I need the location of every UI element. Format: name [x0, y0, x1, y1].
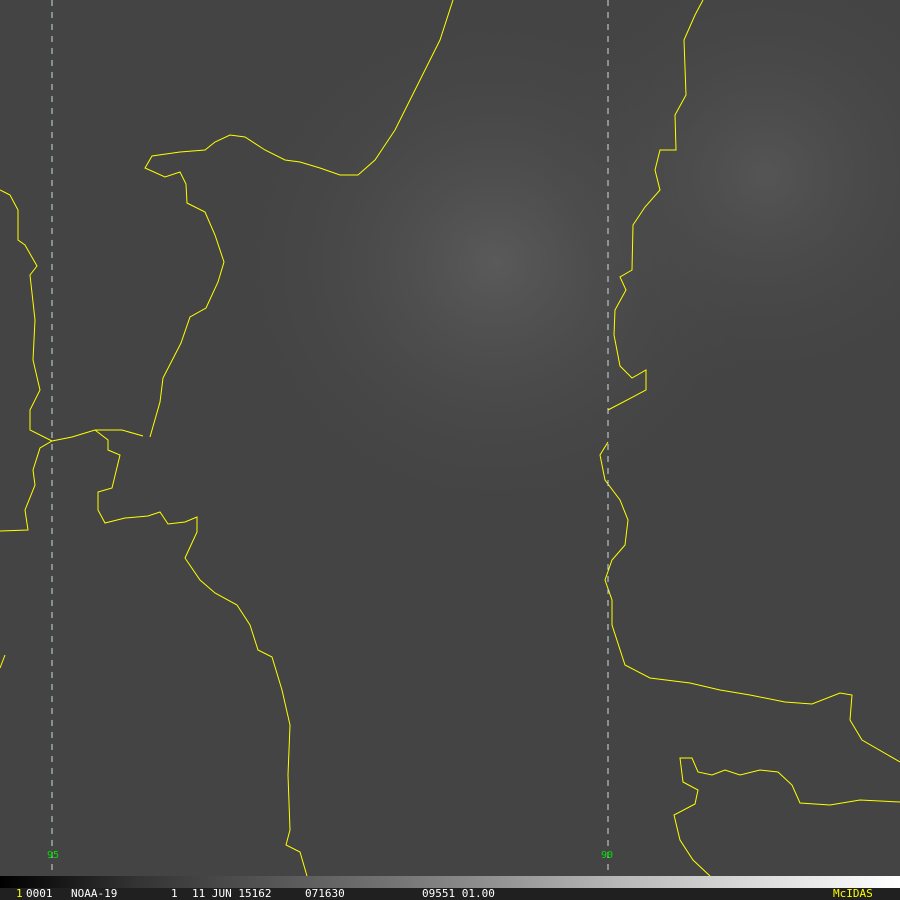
frame-number: 1 [16, 887, 23, 900]
satellite-name: NOAA-19 [71, 887, 118, 900]
satellite-image-viewer: 95 90 1 0001 NOAA-19 1 11 JUN 15162 0716… [0, 0, 900, 900]
mcidas-brand: McIDAS [833, 887, 873, 900]
time: 071630 [305, 887, 345, 900]
image-info: 09551 01.00 [422, 887, 495, 900]
longitude-label-90: 90 [601, 850, 614, 861]
satellite-image [0, 0, 900, 876]
band: 1 [171, 887, 178, 900]
longitude-label-95: 95 [47, 850, 60, 861]
status-bar: 1 0001 NOAA-19 1 11 JUN 15162 071630 095… [0, 888, 900, 900]
date: 11 JUN 15162 [192, 887, 272, 900]
image-id: 0001 [26, 887, 53, 900]
